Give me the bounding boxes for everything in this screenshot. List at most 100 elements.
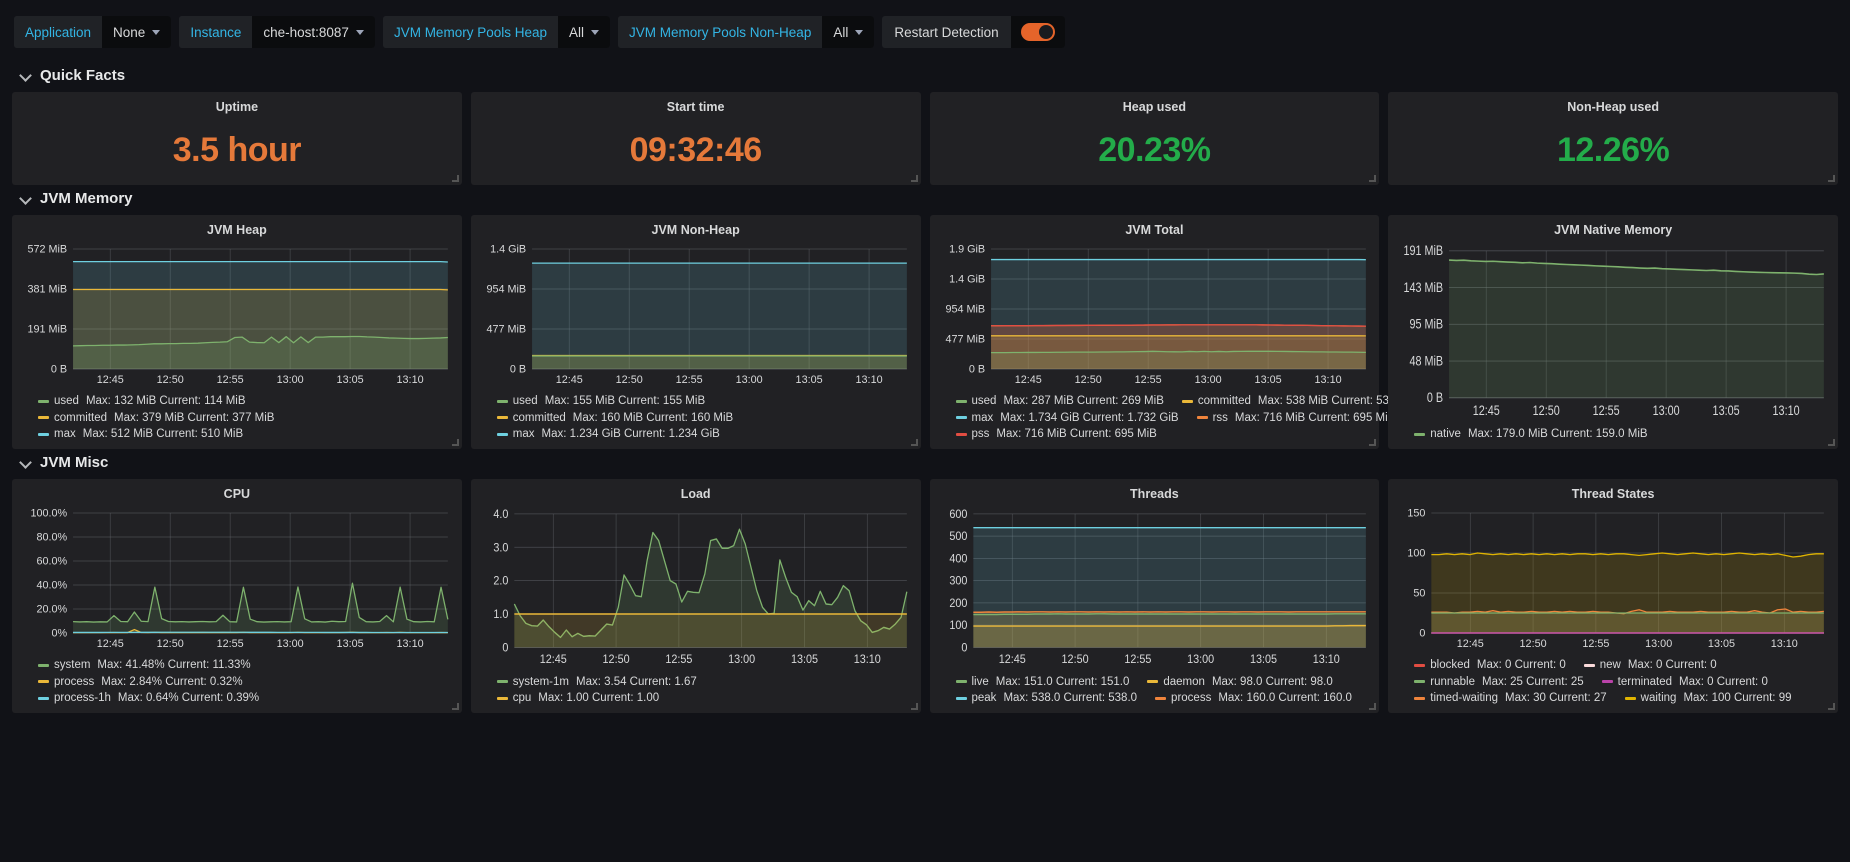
chevron-down-icon xyxy=(855,29,864,35)
legend-item-process[interactable]: process Max: 2.84% Current: 0.32% xyxy=(38,674,243,691)
legend-item-used[interactable]: used Max: 287 MiB Current: 269 MiB xyxy=(955,393,1164,410)
legend-item-peak[interactable]: peak Max: 538.0 Current: 538.0 xyxy=(955,690,1137,707)
variable-application-value-text: None xyxy=(113,24,146,40)
stat-panel-uptime[interactable]: Uptime 3.5 hour xyxy=(12,92,462,185)
graph-panel-threads[interactable]: Threads 600 500 400 300 200 100 0 12:45 12:50 12:… xyxy=(929,479,1380,713)
legend-item-process-1h[interactable]: process-1h Max: 0.64% Current: 0.39% xyxy=(38,690,259,707)
graph-panel-jvm-non-heap-title: JVM Non-Heap xyxy=(651,223,740,237)
resize-handle-icon[interactable] xyxy=(1369,175,1377,182)
legend-item-system[interactable]: system Max: 41.48% Current: 11.33% xyxy=(38,657,251,674)
stat-panel-heap-used-value: 20.23% xyxy=(1098,131,1211,169)
resize-handle-icon[interactable] xyxy=(910,703,918,710)
row-header-jvm-misc[interactable]: JVM Misc xyxy=(0,449,1850,479)
legend-series-stats: Max: 1.00 Current: 1.00 xyxy=(538,692,660,705)
legend-row: max Max: 512 MiB Current: 510 MiB xyxy=(38,426,462,443)
legend-item-max[interactable]: max Max: 512 MiB Current: 510 MiB xyxy=(38,426,243,443)
stat-panel-non-heap-used[interactable]: Non-Heap used 12.26% xyxy=(1388,92,1838,185)
svg-text:13:00: 13:00 xyxy=(277,374,304,386)
resize-handle-icon[interactable] xyxy=(451,175,459,182)
variable-jvm-memory-pools-heap-value[interactable]: All xyxy=(558,16,611,48)
row-header-quick-facts[interactable]: Quick Facts xyxy=(0,62,1850,92)
legend-color-swatch xyxy=(496,399,508,403)
legend-item-used[interactable]: used Max: 132 MiB Current: 114 MiB xyxy=(38,393,246,410)
variable-jvm-memory-pools-non-heap-value[interactable]: All xyxy=(822,16,875,48)
legend-item-max[interactable]: max Max: 1.734 GiB Current: 1.732 GiB xyxy=(955,410,1179,427)
legend-item-committed[interactable]: committed Max: 160 MiB Current: 160 MiB xyxy=(496,410,733,427)
chevron-down-icon xyxy=(20,193,31,204)
variable-jvm-memory-pools-heap[interactable]: JVM Memory Pools Heap All xyxy=(382,16,611,48)
variable-jvm-memory-pools-non-heap[interactable]: JVM Memory Pools Non-Heap All xyxy=(618,16,875,48)
resize-handle-icon[interactable] xyxy=(451,439,459,446)
legend-item-committed[interactable]: committed Max: 379 MiB Current: 377 MiB xyxy=(38,410,274,427)
legend-item-live[interactable]: live Max: 151.0 Current: 151.0 xyxy=(955,674,1129,691)
legend-item-pss[interactable]: pss Max: 716 MiB Current: 695 MiB xyxy=(955,426,1157,443)
legend-series-name: blocked xyxy=(1430,658,1470,671)
legend-item-committed[interactable]: committed Max: 538 MiB Current: 537 MiB xyxy=(1181,393,1418,410)
stat-panel-start-time[interactable]: Start time 09:32:46 xyxy=(470,92,921,185)
resize-handle-icon[interactable] xyxy=(1828,175,1835,182)
legend-item-new[interactable]: new Max: 0 Current: 0 xyxy=(1583,657,1717,674)
legend-row: pss Max: 716 MiB Current: 695 MiB xyxy=(955,426,1380,443)
resize-handle-icon[interactable] xyxy=(1828,703,1835,710)
graph-panel-jvm-non-heap[interactable]: JVM Non-Heap 1.4 GiB 954 MiB 477 MiB 0 B 12:… xyxy=(470,215,921,449)
legend-item-cpu[interactable]: cpu Max: 1.00 Current: 1.00 xyxy=(496,690,660,707)
legend-color-swatch xyxy=(1414,663,1426,667)
svg-text:13:00: 13:00 xyxy=(735,374,762,386)
resize-handle-icon[interactable] xyxy=(910,439,918,446)
legend-item-timed-waiting[interactable]: timed-waiting Max: 30 Current: 27 xyxy=(1414,690,1607,707)
legend-item-runnable[interactable]: runnable Max: 25 Current: 25 xyxy=(1414,674,1584,691)
legend-color-swatch xyxy=(38,416,49,420)
legend-color-swatch xyxy=(955,416,967,420)
row-title-jvm-memory: JVM Memory xyxy=(40,189,133,207)
chevron-down-icon xyxy=(355,29,364,35)
legend-item-native[interactable]: native Max: 179.0 MiB Current: 159.0 MiB xyxy=(1414,426,1648,443)
svg-text:60.0%: 60.0% xyxy=(36,556,67,568)
variable-application[interactable]: Application None xyxy=(14,16,172,48)
legend-row: used Max: 287 MiB Current: 269 MiB committ… xyxy=(955,393,1418,410)
graph-panel-cpu[interactable]: CPU 100.0% 80.0% 60.0% 40.0% 20.0% 0% 12:45 12:… xyxy=(12,479,462,713)
graph-panel-jvm-total-plot: 1.9 GiB 1.4 GiB 954 MiB 477 MiB 0 B 12:45 12:5… xyxy=(930,239,1380,389)
stat-panel-uptime-title: Uptime xyxy=(215,100,259,114)
resize-handle-icon[interactable] xyxy=(910,175,918,182)
restart-detection-control[interactable]: Restart Detection xyxy=(882,16,1065,48)
graph-panel-jvm-total[interactable]: JVM Total 1.9 GiB 1.4 GiB 954 MiB 477 MiB 0 … xyxy=(929,215,1418,449)
svg-text:12:50: 12:50 xyxy=(1520,638,1547,650)
legend-item-waiting[interactable]: waiting Max: 100 Current: 99 xyxy=(1624,690,1791,707)
graph-panel-load[interactable]: Load 4.0 3.0 2.0 1.0 0 12:45 12:50 12:55 13:00 13… xyxy=(470,479,921,713)
graph-panel-thread-states-legend: blocked Max: 0 Current: 0 new Max: 0 Curren… xyxy=(1388,653,1838,713)
svg-text:13:05: 13:05 xyxy=(1713,403,1740,418)
stat-panel-heap-used-title: Heap used xyxy=(1122,100,1186,114)
variable-instance-value[interactable]: che-host:8087 xyxy=(252,16,375,48)
variable-instance[interactable]: Instance che-host:8087 xyxy=(179,16,375,48)
graph-panel-jvm-heap[interactable]: JVM Heap 572 MiB 381 MiB 191 MiB 0 B 12:45 12… xyxy=(12,215,462,449)
svg-text:0%: 0% xyxy=(52,628,68,640)
svg-text:100.0%: 100.0% xyxy=(30,508,67,520)
resize-handle-icon[interactable] xyxy=(1828,439,1835,446)
graph-panel-thread-states[interactable]: Thread States 150 100 50 0 12:45 12:50 12:55 13… xyxy=(1388,479,1838,713)
legend-color-swatch xyxy=(1147,680,1159,684)
legend-item-terminated[interactable]: terminated Max: 0 Current: 0 xyxy=(1601,674,1768,691)
legend-item-used[interactable]: used Max: 155 MiB Current: 155 MiB xyxy=(496,393,705,410)
legend-item-max[interactable]: max Max: 1.234 GiB Current: 1.234 GiB xyxy=(496,426,720,443)
resize-handle-icon[interactable] xyxy=(1369,703,1377,710)
legend-item-rss[interactable]: rss Max: 716 MiB Current: 695 MiB xyxy=(1196,410,1395,427)
resize-handle-icon[interactable] xyxy=(451,703,459,710)
legend-item-daemon[interactable]: daemon Max: 98.0 Current: 98.0 xyxy=(1147,674,1333,691)
row-header-jvm-memory[interactable]: JVM Memory xyxy=(0,185,1850,215)
resize-handle-icon[interactable] xyxy=(1369,439,1377,446)
legend-item-blocked[interactable]: blocked Max: 0 Current: 0 xyxy=(1414,657,1566,674)
legend-item-process[interactable]: process Max: 160.0 Current: 160.0 xyxy=(1155,690,1352,707)
svg-text:100: 100 xyxy=(949,620,967,633)
stat-panel-heap-used[interactable]: Heap used 20.23% xyxy=(929,92,1380,185)
legend-item-system-1m[interactable]: system-1m Max: 3.54 Current: 1.67 xyxy=(496,674,697,691)
legend-row: committed Max: 160 MiB Current: 160 MiB xyxy=(496,410,921,427)
svg-text:12:45: 12:45 xyxy=(97,638,124,650)
restart-detection-toggle-container[interactable] xyxy=(1010,16,1065,48)
graph-panel-jvm-native-memory-title: JVM Native Memory xyxy=(1554,223,1673,237)
restart-detection-toggle[interactable] xyxy=(1020,23,1055,41)
legend-color-swatch xyxy=(955,433,967,437)
svg-text:12:50: 12:50 xyxy=(602,653,629,666)
variable-application-value[interactable]: None xyxy=(102,16,172,48)
graph-panel-jvm-native-memory[interactable]: JVM Native Memory 191 MiB 143 MiB 95 MiB 48… xyxy=(1388,215,1838,449)
legend-color-swatch xyxy=(955,399,967,403)
